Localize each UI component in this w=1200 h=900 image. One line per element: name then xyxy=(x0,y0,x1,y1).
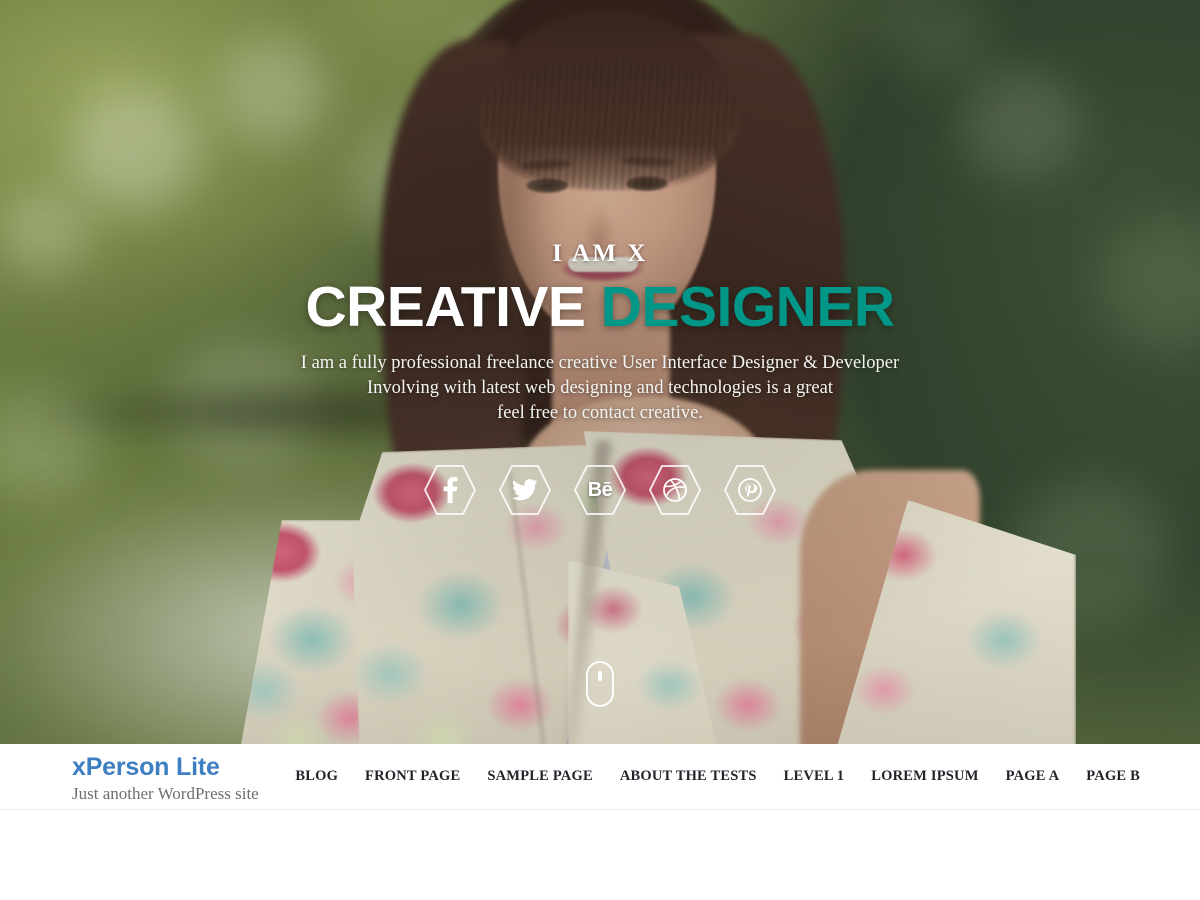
nav-item-front-page[interactable]: FRONT PAGE xyxy=(365,768,460,785)
hero-description: I am a fully professional freelance crea… xyxy=(250,351,950,426)
social-link-dribbble[interactable] xyxy=(648,463,702,517)
hero-pretitle: I AM X xyxy=(552,240,648,267)
primary-navigation: BLOG FRONT PAGE SAMPLE PAGE ABOUT THE TE… xyxy=(295,768,1140,785)
nav-item-page-b[interactable]: PAGE B xyxy=(1086,768,1140,785)
site-header: xPerson Lite Just another WordPress site… xyxy=(0,744,1200,810)
dribbble-icon xyxy=(663,478,687,502)
nav-item-lorem-ipsum[interactable]: LOREM IPSUM xyxy=(871,768,978,785)
pinterest-glyph xyxy=(738,478,762,502)
nav-item-level-1[interactable]: LEVEL 1 xyxy=(784,768,845,785)
scroll-wheel-indicator xyxy=(598,671,602,681)
site-tagline: Just another WordPress site xyxy=(72,784,259,803)
social-link-twitter[interactable] xyxy=(498,463,552,517)
site-branding: xPerson Lite Just another WordPress site xyxy=(72,752,259,805)
hero-title-accent: DESIGNER xyxy=(600,275,895,339)
nav-item-blog[interactable]: BLOG xyxy=(295,768,338,785)
behance-icon: Bē xyxy=(587,479,613,501)
twitter-glyph xyxy=(512,479,538,501)
social-link-behance[interactable]: Bē xyxy=(573,463,627,517)
hero-description-line: feel free to contact creative. xyxy=(497,403,703,423)
scroll-down-mouse-icon[interactable] xyxy=(586,661,614,707)
facebook-glyph xyxy=(443,477,458,503)
hero-section: I AM X CREATIVE DESIGNER I am a fully pr… xyxy=(0,0,1200,744)
nav-item-about-the-tests[interactable]: ABOUT THE TESTS xyxy=(620,768,757,785)
hero-title-primary: CREATIVE xyxy=(305,275,601,339)
page-content-area xyxy=(0,811,1200,900)
twitter-icon xyxy=(512,479,538,501)
facebook-icon xyxy=(442,477,458,503)
site-title[interactable]: xPerson Lite xyxy=(72,752,259,782)
nav-item-sample-page[interactable]: SAMPLE PAGE xyxy=(487,768,592,785)
social-link-pinterest[interactable] xyxy=(723,463,777,517)
nav-item-page-a[interactable]: PAGE A xyxy=(1006,768,1060,785)
hero-title: CREATIVE DESIGNER xyxy=(0,277,1200,337)
hero-description-line: Involving with latest web designing and … xyxy=(367,378,833,398)
hero-content: I AM X CREATIVE DESIGNER I am a fully pr… xyxy=(0,0,1200,744)
dribbble-glyph xyxy=(663,478,687,502)
hero-description-line: I am a fully professional freelance crea… xyxy=(300,353,900,373)
social-link-facebook[interactable] xyxy=(423,463,477,517)
hero-social-links: Bē xyxy=(0,463,1200,517)
pinterest-icon xyxy=(738,478,762,502)
